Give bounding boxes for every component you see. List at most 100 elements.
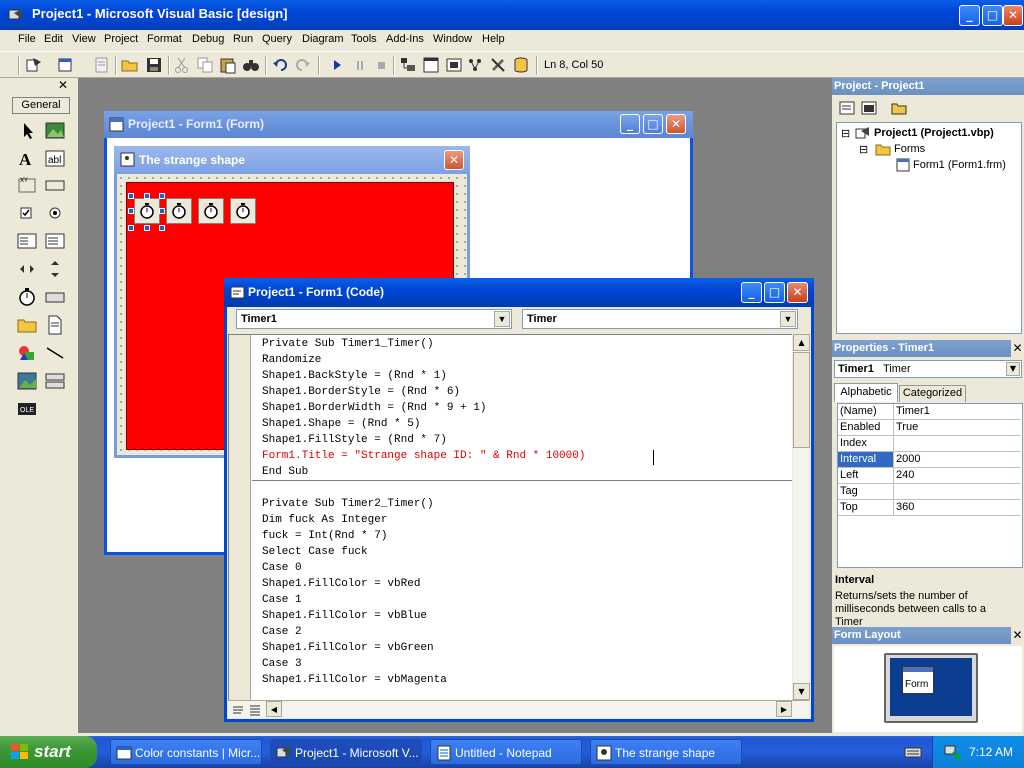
property-value[interactable]: Timer1 [896, 404, 930, 419]
task-color-constants[interactable]: Color constants | Micr... [110, 739, 262, 765]
task-vb-ide[interactable]: Project1 - Microsoft V... [270, 739, 422, 765]
filelistbox-tool-icon[interactable] [44, 314, 66, 336]
form-position-preview[interactable]: Form [902, 666, 934, 694]
code-maximize-button[interactable]: □ [764, 282, 785, 303]
code-line[interactable]: fuck = Int(Rnd * 7) [262, 530, 387, 546]
property-row[interactable]: Enabled True [838, 420, 1020, 436]
scroll-right-icon[interactable]: ▶ [776, 701, 792, 717]
property-row[interactable]: Tag [838, 484, 1020, 500]
menu-addins[interactable]: Add-Ins [386, 33, 424, 45]
menu-window[interactable]: Window [433, 33, 472, 45]
code-line[interactable]: Shape1.FillColor = vbRed [262, 578, 420, 594]
title-bar[interactable]: Project1 - Microsoft Visual Basic [desig… [0, 0, 1024, 30]
tab-categorized[interactable]: Categorized [899, 385, 966, 402]
menu-edit[interactable]: Edit [44, 33, 63, 45]
code-minimize-button[interactable]: _ [741, 282, 762, 303]
design-form-titlebar[interactable]: The strange shape ✕ [114, 146, 470, 174]
property-value[interactable]: 360 [896, 500, 914, 515]
procedure-view-icon[interactable] [231, 703, 245, 716]
code-line[interactable]: Shape1.BorderStyle = (Rnd * 6) [262, 386, 460, 402]
form-layout-close-icon[interactable]: ✕ [1011, 629, 1024, 642]
procedure-combo[interactable]: Timer ▼ [522, 309, 798, 329]
menu-editor-icon[interactable] [93, 56, 111, 74]
code-line[interactable]: Private Sub Timer1_Timer() [262, 338, 434, 354]
full-module-view-icon[interactable] [248, 703, 262, 716]
cut-icon[interactable] [173, 56, 191, 74]
paste-icon[interactable] [219, 56, 237, 74]
menu-format[interactable]: Format [147, 33, 182, 45]
code-line[interactable]: Shape1.BackStyle = (Rnd * 1) [262, 370, 447, 386]
textbox-tool-icon[interactable]: abl [44, 148, 66, 170]
maximize-button[interactable]: □ [982, 5, 1003, 26]
picturebox-tool-icon[interactable] [44, 120, 66, 142]
chevron-down-icon[interactable]: ▼ [494, 311, 510, 327]
start-button[interactable]: start [0, 736, 97, 768]
object-combo[interactable]: Timer1 ▼ [236, 309, 512, 329]
scroll-up-icon[interactable]: ▲ [793, 334, 810, 351]
line-tool-icon[interactable] [44, 342, 66, 364]
network-tray-icon[interactable] [943, 744, 961, 760]
property-row[interactable]: Interval 2000 [838, 452, 1020, 468]
close-button[interactable]: ✕ [1003, 5, 1023, 26]
code-close-button[interactable]: ✕ [787, 282, 808, 303]
add-project-icon[interactable] [25, 56, 43, 74]
minimize-button[interactable]: _ [959, 5, 980, 26]
code-line[interactable]: Shape1.FillColor = vbBlue [262, 610, 427, 626]
selection-handle[interactable] [159, 225, 165, 231]
task-notepad[interactable]: Untitled - Notepad [430, 739, 582, 765]
tree-expander-icon[interactable]: ⊟ [859, 143, 868, 156]
scroll-left-icon[interactable]: ◀ [266, 701, 282, 717]
keyboard-tray-icon[interactable] [904, 744, 922, 760]
view-code-icon[interactable] [838, 100, 856, 116]
timer-tool-icon[interactable] [16, 286, 38, 308]
ole-tool-icon[interactable]: OLE [16, 398, 38, 420]
menu-project[interactable]: Project [104, 33, 138, 45]
toggle-folders-icon[interactable] [890, 100, 908, 116]
toolbox-general-tab[interactable]: General [12, 97, 70, 114]
properties-close-icon[interactable]: ✕ [1011, 342, 1024, 355]
selection-handle[interactable] [144, 225, 150, 231]
design-form-close-button[interactable]: ✕ [444, 150, 464, 170]
property-value[interactable]: 2000 [896, 452, 920, 467]
chevron-down-icon[interactable]: ▼ [780, 311, 796, 327]
scroll-down-icon[interactable]: ▼ [793, 683, 810, 700]
properties-window-icon[interactable] [422, 56, 440, 74]
stop-icon[interactable] [372, 56, 390, 74]
property-row[interactable]: Index [838, 436, 1020, 452]
task-strange-shape[interactable]: The strange shape [590, 739, 742, 765]
code-line[interactable]: Shape1.FillStyle = (Rnd * 7) [262, 434, 447, 450]
timer3-control[interactable] [198, 198, 224, 224]
selection-handle[interactable] [128, 193, 134, 199]
code-line[interactable]: Case 2 [262, 626, 302, 642]
tree-expander-icon[interactable]: ⊟ [841, 127, 850, 140]
property-value[interactable]: 240 [896, 468, 914, 483]
form-layout-icon[interactable] [445, 56, 463, 74]
redo-icon[interactable] [294, 56, 312, 74]
form-designer-minimize-button[interactable]: _ [620, 114, 640, 134]
label-tool-icon[interactable]: A [16, 148, 38, 170]
tree-project-root[interactable]: Project1 (Project1.vbp) [874, 127, 994, 139]
optionbutton-tool-icon[interactable] [44, 202, 66, 224]
selection-handle[interactable] [159, 208, 165, 214]
code-editor[interactable]: Private Sub Timer1_Timer() Randomize Shape… [228, 334, 792, 700]
code-line[interactable]: Private Sub Timer2_Timer() [262, 498, 434, 514]
image-tool-icon[interactable] [16, 370, 38, 392]
code-vertical-scrollbar[interactable]: ▲ ▼ [792, 334, 810, 700]
pointer-tool-icon[interactable] [18, 120, 40, 142]
menu-query[interactable]: Query [262, 33, 292, 45]
timer1-control[interactable] [134, 198, 160, 224]
code-window-titlebar[interactable]: Project1 - Form1 (Code) _ □ ✕ [224, 278, 814, 307]
tab-alphabetic[interactable]: Alphabetic [834, 383, 898, 402]
toolbox-icon[interactable] [489, 56, 507, 74]
checkbox-tool-icon[interactable] [16, 202, 38, 224]
code-line[interactable]: Shape1.FillColor = vbMagenta [262, 674, 447, 690]
selection-handle[interactable] [144, 193, 150, 199]
menu-view[interactable]: View [72, 33, 96, 45]
listbox-tool-icon[interactable] [44, 230, 66, 252]
shape-tool-icon[interactable] [16, 342, 38, 364]
code-line[interactable]: Case 3 [262, 658, 302, 674]
hscrollbar-tool-icon[interactable] [16, 258, 38, 280]
menu-run[interactable]: Run [233, 33, 253, 45]
form-designer-titlebar[interactable]: Project1 - Form1 (Form) _ □ ✕ [104, 111, 693, 138]
object-selector[interactable]: Timer1 Timer ▼ [834, 360, 1022, 378]
